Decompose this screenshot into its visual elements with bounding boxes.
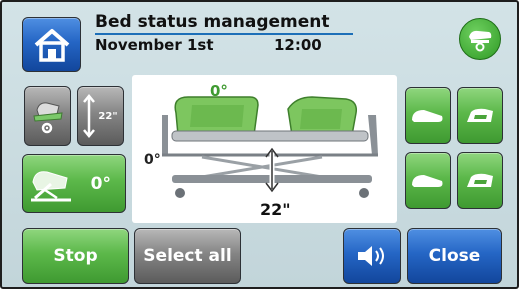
title-underline <box>95 33 353 35</box>
siderail-icon <box>412 109 443 122</box>
backrest-angle-label: 0° <box>210 82 228 100</box>
height-arrow-icon <box>83 94 96 138</box>
home-button[interactable] <box>22 17 81 72</box>
page-title: Bed status management <box>95 12 330 32</box>
tilt-button[interactable]: 0° <box>22 154 126 213</box>
tilt-icon <box>31 171 71 202</box>
home-icon <box>34 28 69 62</box>
bed-sensor-icon <box>32 102 63 134</box>
height-button-value: 22" <box>98 110 118 122</box>
height-button[interactable]: 22" <box>77 86 124 146</box>
bed-status-indicator[interactable] <box>459 18 501 60</box>
date-label: November 1st <box>95 36 214 54</box>
stop-button[interactable]: Stop <box>22 228 129 284</box>
siderail-head-right-button[interactable] <box>405 152 451 209</box>
close-button[interactable]: Close <box>407 228 502 284</box>
siderail-foot-left-button[interactable] <box>457 87 503 144</box>
bed-sensor-button[interactable] <box>24 86 71 146</box>
bed-status-icon <box>469 30 492 52</box>
siderail-foot-right-button[interactable] <box>457 152 503 209</box>
siderail-head-left-button[interactable] <box>405 87 451 144</box>
bed-height-label: 22" <box>260 200 291 219</box>
tilt-value: 0° <box>90 173 111 194</box>
time-label: 12:00 <box>274 36 322 54</box>
speaker-icon <box>358 246 384 266</box>
siderail-icon <box>467 173 493 187</box>
select-all-button[interactable]: Select all <box>134 228 241 284</box>
siderail-icon <box>467 108 493 122</box>
sound-button[interactable] <box>343 228 401 284</box>
bed-status-screen: Bed status management November 1st 12:00… <box>0 0 519 289</box>
siderail-icon <box>412 174 443 187</box>
trend-angle-label: 0° <box>144 152 161 168</box>
